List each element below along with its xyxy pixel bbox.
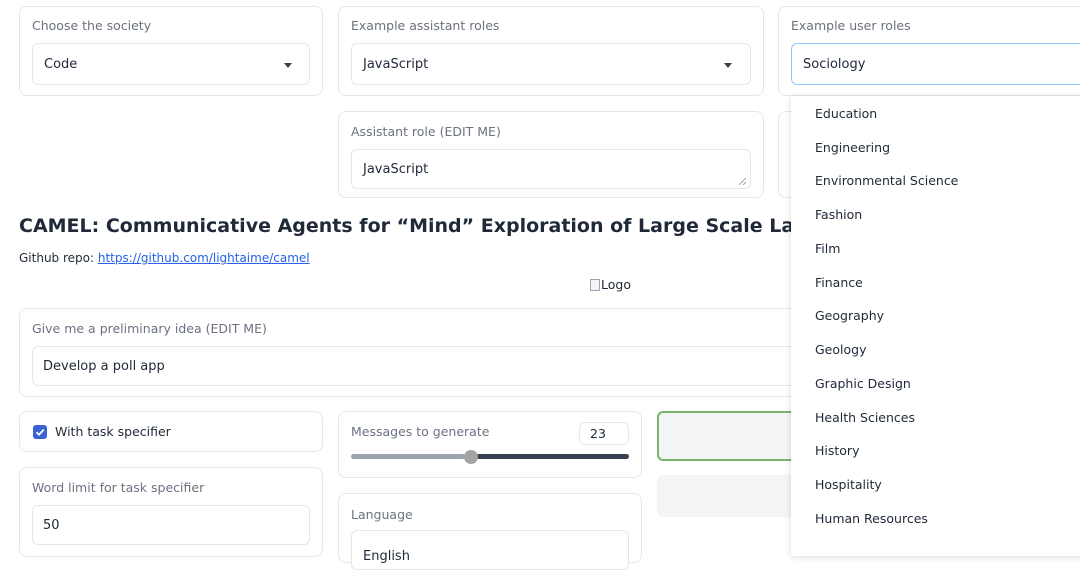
word-limit-panel: Word limit for task specifier 50 [19,467,323,557]
assistant-roles-select[interactable]: JavaScript [351,43,751,85]
user-roles-panel: Example user roles Sociology [778,6,1080,96]
language-select[interactable]: English [351,530,629,570]
dropdown-option[interactable]: Geology [815,342,866,357]
idea-label: Give me a preliminary idea (EDIT ME) [32,321,267,336]
dropdown-option[interactable]: Environmental Science [815,173,958,188]
society-value: Code [44,56,78,72]
idea-panel: Give me a preliminary idea (EDIT ME) Dev… [19,308,812,397]
github-line: Github repo: https://github.com/lightaim… [19,251,310,265]
chevron-down-icon [284,63,292,68]
check-icon [35,428,45,436]
assistant-role-label: Assistant role (EDIT ME) [351,124,501,139]
messages-value: 23 [590,426,606,441]
github-prefix: Github repo: [19,251,95,265]
dropdown-option[interactable]: Fashion [815,207,862,222]
primary-button[interactable] [657,411,807,461]
idea-value: Develop a poll app [43,358,165,374]
dropdown-option[interactable]: Film [815,241,840,256]
messages-slider[interactable] [351,449,629,464]
dropdown-option[interactable]: Finance [815,275,863,290]
slider-track-rest [464,454,629,459]
logo-image: Logo [590,277,631,292]
task-specifier-panel: With task specifier [19,411,323,452]
assistant-role-panel: Assistant role (EDIT ME) JavaScript [338,111,764,198]
dropdown-option[interactable]: Engineering [815,140,890,155]
language-value: English [363,548,410,564]
assistant-roles-label: Example assistant roles [351,18,500,33]
broken-image-icon [590,278,600,291]
assistant-role-textarea[interactable]: JavaScript [351,149,751,189]
dropdown-option[interactable]: Education [815,106,877,121]
dropdown-option[interactable]: History [815,443,859,458]
user-roles-label: Example user roles [791,18,911,33]
resize-handle-icon[interactable] [738,177,746,185]
messages-number-input[interactable]: 23 [579,422,629,445]
messages-panel: Messages to generate 23 [338,411,642,478]
dropdown-option[interactable]: Health Sciences [815,410,915,425]
word-limit-input[interactable]: 50 [32,505,310,545]
github-link[interactable]: https://github.com/lightaime/camel [98,251,310,265]
slider-thumb[interactable] [463,450,478,464]
dropdown-option[interactable]: Hospitality [815,477,882,492]
language-label: Language [351,507,413,522]
idea-input[interactable]: Develop a poll app [32,346,812,386]
secondary-button[interactable] [657,475,807,517]
assistant-role-value: JavaScript [363,161,429,177]
dropdown-option[interactable]: Human Resources [815,511,928,526]
messages-label: Messages to generate [351,424,490,439]
word-limit-label: Word limit for task specifier [32,480,205,495]
assistant-roles-value: JavaScript [363,56,429,72]
dropdown-option[interactable]: Graphic Design [815,376,911,391]
dropdown-option[interactable]: Geography [815,308,884,323]
chevron-down-icon [724,63,732,68]
slider-track-filled [351,454,465,459]
language-panel: Language English [338,493,642,570]
task-specifier-checkbox[interactable] [33,425,47,439]
user-roles-dropdown: Education Engineering Environmental Scie… [791,96,1080,556]
task-specifier-label: With task specifier [55,424,171,439]
society-panel: Choose the society Code [19,6,323,96]
user-roles-value: Sociology [803,56,866,72]
logo-alt-text: Logo [601,277,631,292]
society-label: Choose the society [32,18,152,33]
society-select[interactable]: Code [32,43,310,85]
user-roles-input[interactable]: Sociology [791,43,1080,85]
word-limit-value: 50 [43,517,60,533]
assistant-roles-panel: Example assistant roles JavaScript [338,6,764,96]
